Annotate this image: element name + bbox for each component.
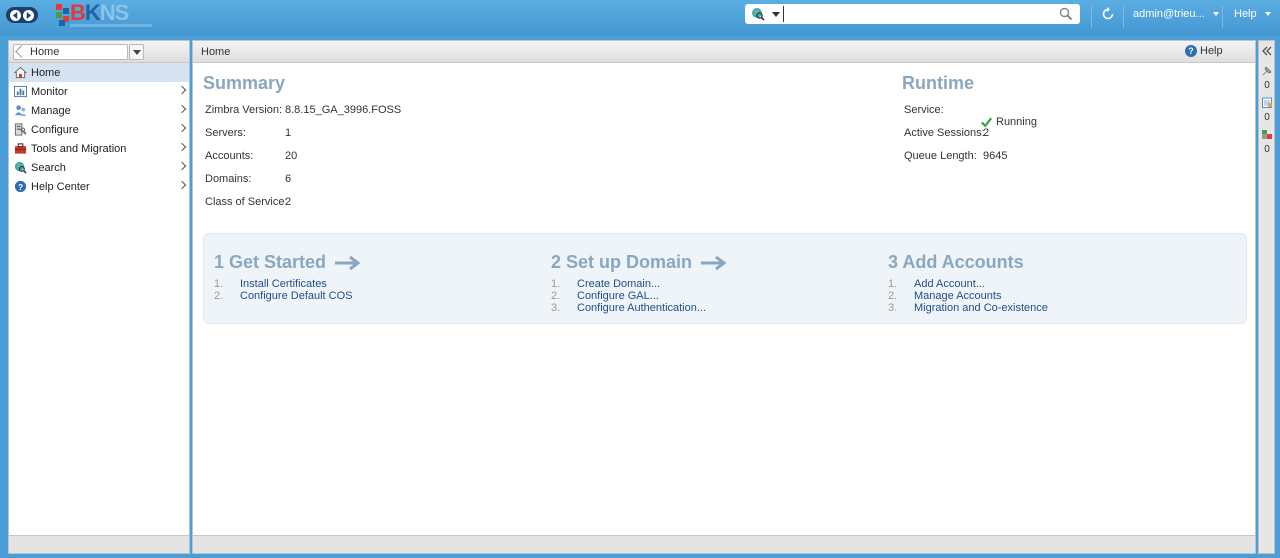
help-icon: ?	[1185, 45, 1197, 57]
list-item: 1. Create Domain...	[551, 278, 661, 290]
step-set-up-domain: 2 Set up Domain 1. Create Domain... 2. Con…	[551, 252, 728, 314]
summary-row-domains: Domains: 6	[205, 173, 292, 185]
nav-item-search[interactable]: Search	[9, 158, 189, 177]
chevron-down-icon	[1212, 12, 1219, 17]
search-box	[745, 4, 1080, 24]
right-status-strip: 0 0 0	[1258, 40, 1275, 554]
add-account-link[interactable]: Add Account...	[914, 278, 985, 290]
list-item: 1. Install Certificates	[214, 278, 327, 290]
list-item: 2. Configure GAL...	[551, 290, 659, 302]
navigation-header: Home	[9, 41, 189, 63]
magnifier-icon[interactable]	[1059, 7, 1073, 21]
forward-button[interactable]	[23, 9, 34, 21]
collapse-icon[interactable]	[1261, 45, 1273, 57]
chevron-right-icon	[177, 104, 187, 114]
manage-accounts-link[interactable]: Manage Accounts	[914, 290, 1001, 302]
search-globe-icon[interactable]	[751, 7, 765, 21]
nav-item-tools-and-migration[interactable]: Tools and Migration	[9, 139, 189, 158]
chevron-right-icon	[177, 180, 187, 190]
nav-item-help-center[interactable]: ? Help Center	[9, 177, 189, 196]
clipboard-icon	[1262, 97, 1272, 108]
step-title: 2 Set up Domain	[551, 252, 693, 272]
nav-item-home[interactable]: Home	[9, 63, 189, 82]
user-menu[interactable]: admin@trieu...	[1133, 8, 1219, 20]
runtime-row-queue-length: Queue Length: 9645	[904, 150, 1008, 162]
configure-authentication-link[interactable]: Configure Authentication...	[577, 302, 706, 314]
breadcrumb-back-button[interactable]: Home	[13, 44, 128, 60]
chevron-right-icon	[177, 161, 187, 171]
help-icon: ?	[13, 180, 27, 194]
toolbox-icon	[13, 142, 27, 156]
status-server-status[interactable]: 0	[1260, 129, 1274, 155]
bkns-logo: BKNS	[56, 0, 154, 29]
summary-row-accounts: Accounts: 20	[205, 150, 298, 162]
runtime-row-active-sessions: Active Sessions: 2	[904, 127, 990, 139]
step-title: 3 Add Accounts	[888, 252, 1024, 272]
nav-item-monitor[interactable]: Monitor	[9, 82, 189, 101]
status-blocks-icon	[1262, 130, 1272, 139]
page-title: Home	[201, 46, 231, 58]
navigation-footer	[9, 535, 189, 553]
home-icon	[13, 66, 27, 80]
top-divider	[1222, 6, 1223, 28]
step-title: 1 Get Started	[214, 252, 327, 272]
top-divider	[1091, 6, 1092, 28]
step-get-started: 1 Get Started 1. Install Certificates 2. C…	[214, 252, 362, 302]
chart-icon	[13, 85, 27, 99]
chevron-right-icon	[177, 123, 187, 133]
users-icon	[13, 104, 27, 118]
help-button[interactable]: ? Help	[1185, 45, 1223, 57]
summary-row-servers: Servers: 1	[205, 127, 292, 139]
nav-item-manage[interactable]: Manage	[9, 101, 189, 120]
search-type-dropdown[interactable]	[772, 12, 780, 17]
arrow-right-icon	[26, 11, 32, 19]
status-notifications[interactable]: 0	[1260, 65, 1274, 91]
getting-started-panel: 1 Get Started 1. Install Certificates 2. C…	[203, 233, 1247, 324]
list-item: 2. Configure Default COS	[214, 290, 353, 302]
refresh-icon[interactable]	[1100, 6, 1116, 22]
chevron-right-icon	[177, 142, 187, 152]
configure-icon	[13, 123, 27, 137]
pin-icon	[1262, 66, 1272, 76]
arrow-left-icon	[12, 11, 18, 19]
step-add-accounts: 3 Add Accounts 1. Add Account... 2. Manage…	[888, 252, 1048, 314]
breadcrumb-dropdown[interactable]	[129, 44, 144, 60]
summary-row-class-of-service: Class of Service: 2	[205, 196, 292, 208]
nav-item-configure[interactable]: Configure	[9, 120, 189, 139]
arrow-right-icon	[335, 255, 361, 270]
status-tasks[interactable]: 0	[1260, 97, 1274, 123]
help-menu[interactable]: Help	[1234, 8, 1271, 20]
top-divider	[1123, 6, 1124, 28]
configure-gal-link[interactable]: Configure GAL...	[577, 290, 659, 302]
list-item: 1. Add Account...	[888, 278, 985, 290]
runtime-row-service: Service: Running	[904, 104, 1037, 128]
search-globe-icon	[13, 161, 27, 175]
search-input[interactable]	[783, 6, 1053, 22]
create-domain-link[interactable]: Create Domain...	[577, 278, 660, 290]
top-bar: BKNS admin@trieu... Help	[0, 0, 1280, 36]
navigation-panel: Home Home Monitor Manage Configure Tools…	[8, 40, 190, 554]
content-header: Home ? Help	[193, 41, 1255, 63]
list-item: 3. Configure Authentication...	[551, 302, 707, 314]
content-footer	[193, 535, 1255, 553]
arrow-right-icon	[701, 255, 727, 270]
chevron-right-icon	[177, 85, 187, 95]
list-item: 2. Manage Accounts	[888, 290, 1002, 302]
list-item: 3. Migration and Co-existence	[888, 302, 1048, 314]
configure-default-cos-link[interactable]: Configure Default COS	[240, 290, 353, 302]
back-button[interactable]	[10, 9, 21, 21]
main-content-panel: Home ? Help Summary Zimbra Version: 8.8.1…	[192, 40, 1256, 554]
runtime-title: Runtime	[902, 73, 974, 93]
svg-text:?: ?	[17, 182, 22, 192]
summary-row-zimbra-version: Zimbra Version: 8.8.15_GA_3996.FOSS	[205, 104, 402, 116]
install-certificates-link[interactable]: Install Certificates	[240, 278, 327, 290]
chevron-down-icon	[1264, 12, 1271, 17]
summary-title: Summary	[203, 73, 286, 93]
nav-buttons	[6, 7, 38, 23]
migration-and-coexistence-link[interactable]: Migration and Co-existence	[914, 302, 1048, 314]
